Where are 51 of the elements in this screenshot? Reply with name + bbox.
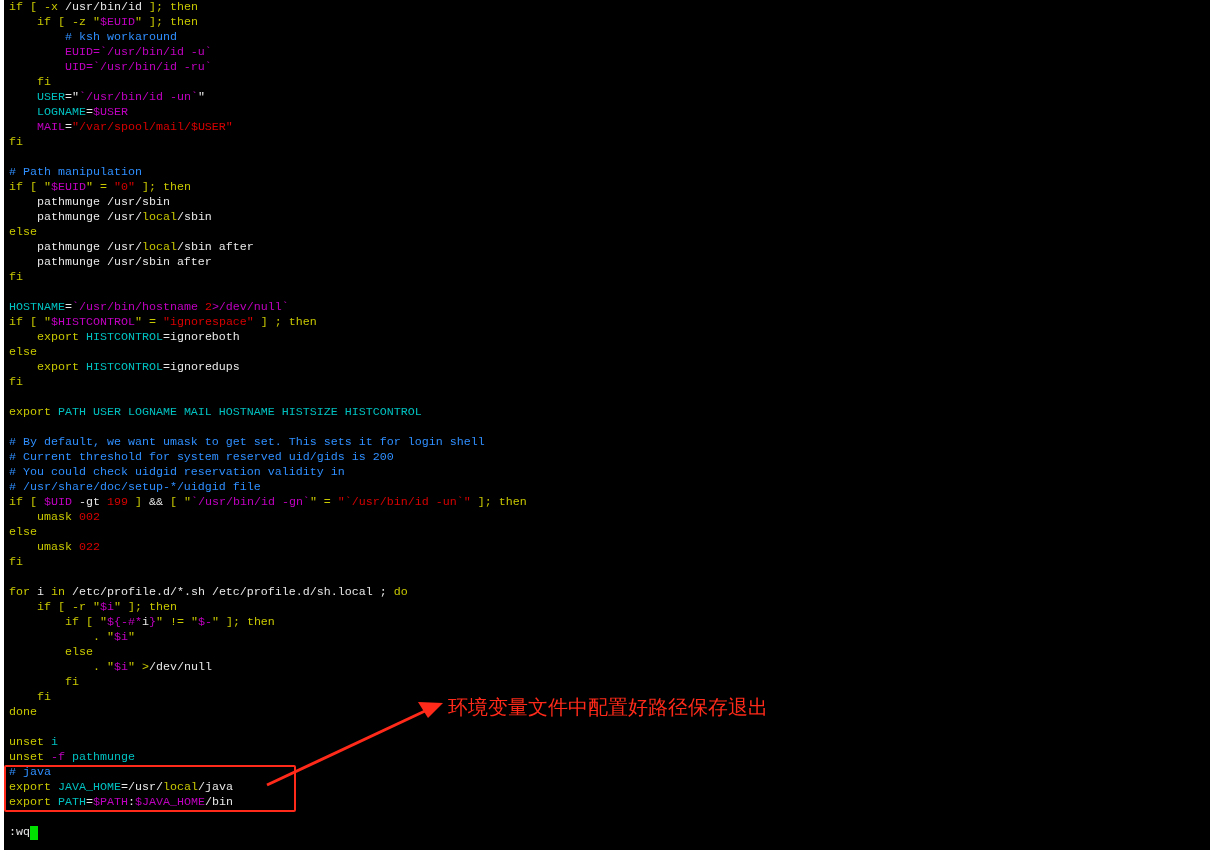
code-line: fi: [63, 675, 79, 690]
code-line: if [ $UID -gt 199 ] && [ "`/usr/bin/id -gn`" = "`/usr/bin/id -un`" ]; then: [9, 495, 527, 510]
code-line: if [ -r "$i" ]; then: [35, 600, 177, 615]
code-line: for i in /etc/profile.d/*.sh /etc/profile.d/sh.local ; do: [9, 585, 408, 600]
code-line: else: [9, 225, 37, 240]
code-line: umask 022: [35, 540, 100, 555]
code-line: done: [9, 705, 37, 720]
code-line: export HISTCONTROL=ignoreboth: [35, 330, 240, 345]
code-line: pathmunge /usr/sbin: [35, 195, 170, 210]
code-line: fi: [9, 555, 23, 570]
command-line[interactable]: :wq: [9, 825, 30, 840]
code-line: UID=`/usr/bin/id -ru`: [63, 60, 212, 75]
code-line: pathmunge /usr/local/sbin after: [35, 240, 254, 255]
code-line: export PATH=$PATH:$JAVA_HOME/bin: [9, 795, 233, 810]
code-line: . "$i" >/dev/null: [91, 660, 212, 675]
code-line: fi: [35, 690, 51, 705]
code-line: # Path manipulation: [9, 165, 142, 180]
code-line: # You could check uidgid reservation validity in: [9, 465, 345, 480]
annotation-text: 环境变量文件中配置好路径保存退出: [448, 694, 768, 720]
code-line: fi: [9, 270, 23, 285]
code-line: export PATH USER LOGNAME MAIL HOSTNAME HISTSIZE HISTCONTROL: [9, 405, 422, 420]
text-cursor: [30, 825, 38, 840]
code-line: if [ -z "$EUID" ]; then: [35, 15, 198, 30]
code-line: # ksh workaround: [63, 30, 177, 45]
code-line: pathmunge /usr/sbin after: [35, 255, 212, 270]
code-line: # /usr/share/doc/setup-*/uidgid file: [9, 480, 261, 495]
code-line: # java: [9, 765, 51, 780]
code-line: fi: [35, 75, 51, 90]
code-line: fi: [9, 375, 23, 390]
code-line: umask 002: [35, 510, 100, 525]
code-line: . "$i": [91, 630, 135, 645]
code-line: pathmunge /usr/local/sbin: [35, 210, 212, 225]
code-line: if [ "$EUID" = "0" ]; then: [9, 180, 191, 195]
code-line: else: [63, 645, 93, 660]
code-line: export JAVA_HOME=/usr/local/java: [9, 780, 233, 795]
code-line: MAIL="/var/spool/mail/$USER": [35, 120, 233, 135]
code-line: if [ -x /usr/bin/id ]; then: [9, 0, 198, 15]
code-line: EUID=`/usr/bin/id -u`: [63, 45, 212, 60]
code-line: # Current threshold for system reserved uid/gids is 200: [9, 450, 394, 465]
code-line: if [ "${-#*i}" != "$-" ]; then: [63, 615, 275, 630]
code-line: # By default, we want umask to get set. This sets it for login shell: [9, 435, 485, 450]
code-line: fi: [9, 135, 23, 150]
code-line: else: [9, 525, 37, 540]
code-line: HOSTNAME=`/usr/bin/hostname 2>/dev/null`: [9, 300, 289, 315]
code-line: unset -f pathmunge: [9, 750, 135, 765]
code-line: LOGNAME=$USER: [35, 105, 128, 120]
code-line: USER="`/usr/bin/id -un`": [35, 90, 205, 105]
code-line: export HISTCONTROL=ignoredups: [35, 360, 240, 375]
code-line: else: [9, 345, 37, 360]
code-line: if [ "$HISTCONTROL" = "ignorespace" ] ; then: [9, 315, 317, 330]
code-line: unset i: [9, 735, 58, 750]
